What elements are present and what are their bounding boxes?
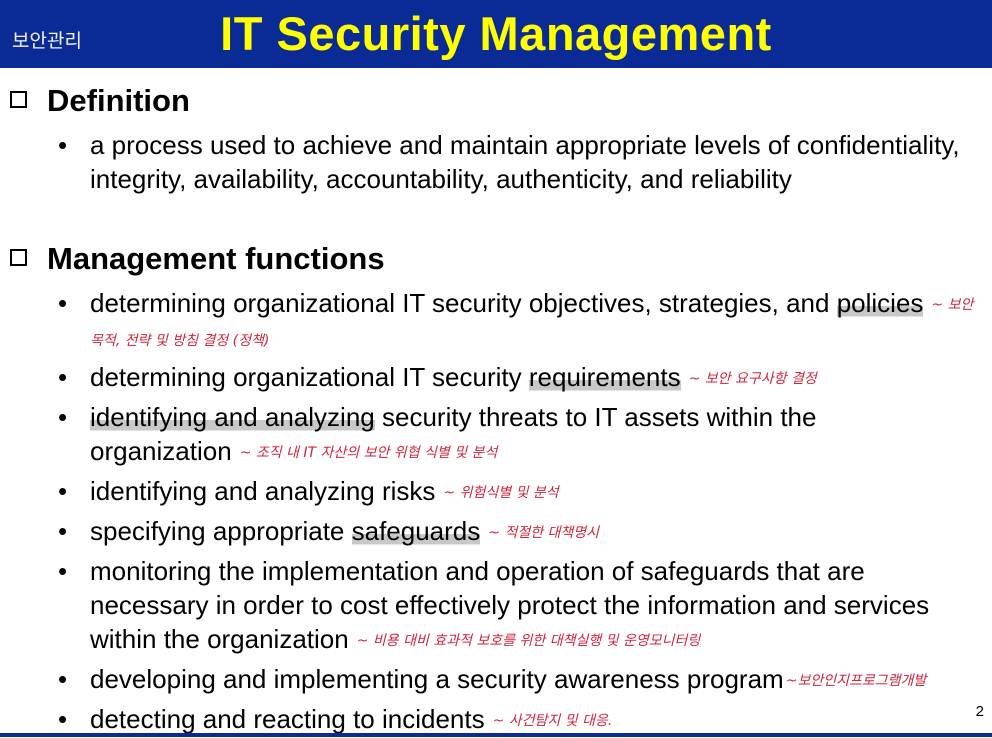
bullet-icon: • bbox=[58, 516, 68, 546]
bullet-icon: • bbox=[58, 664, 68, 694]
highlighted-term: requirements bbox=[528, 362, 681, 392]
bullet-icon: • bbox=[58, 476, 68, 506]
handwritten-note: ~ 비용 대비 효과적 보호를 위한 대책실행 및 운영모니터링 bbox=[356, 633, 701, 650]
item-text: detecting and reacting to incidents bbox=[90, 704, 485, 734]
page-number: 2 bbox=[975, 703, 984, 720]
handwritten-note: ~ 사건탐지 및 대응. bbox=[492, 713, 613, 730]
checkbox-bullet-icon bbox=[10, 249, 27, 267]
item-text: specifying appropriate bbox=[90, 516, 352, 546]
handwritten-note: ~ 보안 요구사항 결정 bbox=[688, 371, 817, 388]
section-functions: Management functions bbox=[10, 241, 385, 277]
highlighted-term: safeguards bbox=[351, 516, 481, 546]
bullet-icon: • bbox=[58, 556, 68, 586]
section-title: Definition bbox=[47, 83, 190, 118]
definition-text: a process used to achieve and maintain a… bbox=[90, 130, 960, 194]
highlighted-term: policies bbox=[836, 288, 924, 318]
item-text: identifying and analyzing risks bbox=[90, 476, 436, 506]
highlighted-term: identifying and analyzing bbox=[90, 402, 375, 432]
item-text: determining organizational IT security bbox=[90, 362, 529, 392]
handwritten-note: ~ 위험식별 및 분석 bbox=[443, 485, 559, 502]
bullet-icon: • bbox=[58, 362, 68, 392]
slide-header: 보안관리 IT Security Management bbox=[0, 0, 992, 68]
bullet-icon: • bbox=[58, 402, 68, 432]
handwritten-note: ~ 조직 내 IT 자산의 보안 위협 식별 및 분석 bbox=[239, 445, 498, 462]
section-definition: Definition bbox=[10, 83, 190, 119]
section-title: Management functions bbox=[47, 241, 385, 276]
handwritten-note: ~ 적절한 대책명시 bbox=[488, 525, 600, 542]
bullet-icon: • bbox=[58, 704, 68, 734]
bullet-icon: • bbox=[58, 288, 68, 318]
bullet-icon: • bbox=[58, 130, 68, 160]
checkbox-bullet-icon bbox=[10, 91, 27, 109]
item-text: developing and implementing a security a… bbox=[90, 664, 784, 694]
slide-title: IT Security Management bbox=[220, 7, 772, 60]
footer-bar bbox=[0, 733, 992, 737]
handwritten-note: ~보안인지프로그램개발 bbox=[785, 673, 927, 690]
item-text: determining organizational IT security o… bbox=[90, 288, 830, 318]
